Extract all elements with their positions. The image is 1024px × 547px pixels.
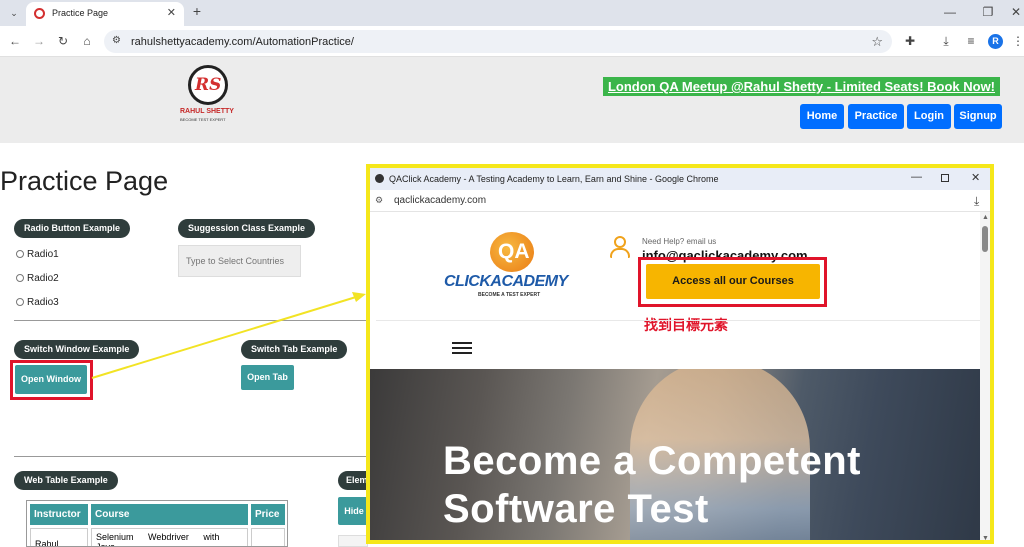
meetup-banner-link[interactable]: London QA Meetup @Rahul Shetty - Limited… <box>603 77 1000 96</box>
popup-url: qaclickacademy.com <box>394 195 487 206</box>
table-header-price: Price <box>251 504 285 525</box>
tab-title: Practice Page <box>52 8 109 18</box>
switch-window-label: Switch Window Example <box>14 340 140 359</box>
radio-option-1[interactable]: Radio1 <box>16 249 59 260</box>
site-logo[interactable]: RS RAHUL SHETTY BECOME TEST EXPERT <box>180 65 240 127</box>
radio-option-3[interactable]: Radio3 <box>16 297 59 308</box>
restore-icon[interactable]: ❐ <box>980 5 996 19</box>
tab-close-icon[interactable]: ✕ <box>167 6 176 19</box>
open-tab-button[interactable]: Open Tab <box>241 365 294 390</box>
nav-signup-button[interactable]: Signup <box>954 104 1002 129</box>
displayed-text-input[interactable] <box>338 535 368 547</box>
extensions-icon[interactable]: ✚ <box>902 34 918 48</box>
forward-icon[interactable]: → <box>31 34 47 48</box>
popup-window: QAClick Academy - A Testing Academy to L… <box>366 164 994 544</box>
hero-heading-line-2: Software Test <box>443 487 709 531</box>
new-tab-button[interactable]: + <box>189 4 205 18</box>
reading-list-icon[interactable]: ≡ <box>963 34 979 48</box>
web-table-label: Web Table Example <box>14 471 118 490</box>
web-table: Instructor Course Price Rahul Selenium W… <box>26 500 288 547</box>
suggestion-section-label: Suggession Class Example <box>178 219 316 238</box>
access-courses-button[interactable]: Access all our Courses <box>646 264 820 299</box>
popup-minimize-icon[interactable]: — <box>911 171 922 183</box>
favicon-icon <box>34 8 45 19</box>
minimize-icon[interactable]: — <box>942 5 958 19</box>
scroll-up-icon[interactable]: ▲ <box>982 214 989 221</box>
home-icon[interactable]: ⌂ <box>79 34 95 48</box>
profile-avatar[interactable]: R <box>988 34 1003 49</box>
table-header-course: Course <box>91 504 248 525</box>
scrollbar-thumb[interactable] <box>982 226 988 252</box>
popup-favicon-icon <box>375 174 384 183</box>
logo-emblem-icon: RS <box>188 65 228 105</box>
site-header: RS RAHUL SHETTY BECOME TEST EXPERT Londo… <box>0 57 1024 143</box>
qa-logo-circle-icon: QA <box>490 232 534 272</box>
qa-logo-text: QA <box>498 240 530 263</box>
switch-tab-label: Switch Tab Example <box>241 340 348 359</box>
table-header-instructor: Instructor <box>30 504 88 525</box>
popup-maximize-icon[interactable] <box>941 174 949 182</box>
back-icon[interactable]: ← <box>7 34 23 48</box>
popup-download-icon[interactable]: ⤓ <box>974 194 979 209</box>
browser-menu-icon[interactable]: ⋮ <box>1010 34 1024 48</box>
scroll-down-icon[interactable]: ▼ <box>982 535 989 540</box>
open-window-button[interactable]: Open Window <box>15 365 87 394</box>
popup-address-bar[interactable]: ⚙ qaclickacademy.com ⤓ <box>370 190 990 212</box>
popup-title-bar: QAClick Academy - A Testing Academy to L… <box>370 168 990 190</box>
popup-header-divider <box>376 320 980 321</box>
hero-banner: Become a Competent Software Test <box>370 369 980 540</box>
table-cell-price <box>251 528 285 546</box>
browser-tab-practice[interactable]: Practice Page ✕ <box>26 2 184 26</box>
qa-logo-name: CLICKACADEMY <box>444 273 568 290</box>
address-url: rahulshettyacademy.com/AutomationPractic… <box>131 36 354 48</box>
radio-button-icon[interactable] <box>16 274 24 282</box>
radio-button-icon[interactable] <box>16 298 24 306</box>
table-cell-course: Selenium Webdriver with Java <box>91 528 248 546</box>
page-title: Practice Page <box>0 166 169 196</box>
logo-initials: RS <box>195 75 222 95</box>
annotation-label: 找到目標元素 <box>644 318 728 334</box>
section-divider <box>14 320 368 321</box>
download-icon[interactable]: ⤓ <box>938 34 954 48</box>
help-label: Need Help? email us <box>642 237 717 246</box>
nav-home-button[interactable]: Home <box>800 104 844 129</box>
tab-search-chevron-icon[interactable]: ⌄ <box>6 6 22 20</box>
support-agent-icon <box>608 234 632 260</box>
country-autocomplete-input[interactable] <box>178 245 301 277</box>
qaclick-logo[interactable]: QA CLICKACADEMY BECOME A TEST EXPERT <box>444 232 584 304</box>
popup-scrollbar[interactable]: ▲ ▼ <box>980 212 990 540</box>
address-bar[interactable]: ⚙ rahulshettyacademy.com/AutomationPract… <box>104 30 892 53</box>
popup-site-info-icon[interactable]: ⚙ <box>375 195 383 206</box>
browser-tab-strip: ⌄ Practice Page ✕ + — ❐ ✕ <box>0 0 1024 26</box>
hero-heading-line-1: Become a Competent <box>443 439 861 483</box>
logo-name: RAHUL SHETTY <box>180 108 234 115</box>
logo-tagline: BECOME TEST EXPERT <box>180 117 226 122</box>
popup-window-title: QAClick Academy - A Testing Academy to L… <box>389 174 719 184</box>
bookmark-star-icon[interactable]: ☆ <box>871 34 883 50</box>
radio-option-2[interactable]: Radio2 <box>16 273 59 284</box>
close-window-icon[interactable]: ✕ <box>1008 5 1024 19</box>
hamburger-menu-icon[interactable] <box>452 342 472 355</box>
reload-icon[interactable]: ↻ <box>55 34 71 48</box>
nav-practice-button[interactable]: Practice <box>848 104 904 129</box>
table-cell-instructor: Rahul <box>30 528 88 546</box>
qa-logo-tagline: BECOME A TEST EXPERT <box>478 292 541 298</box>
radio-button-icon[interactable] <box>16 250 24 258</box>
nav-login-button[interactable]: Login <box>907 104 951 129</box>
browser-toolbar: ← → ↻ ⌂ ⚙ rahulshettyacademy.com/Automat… <box>0 26 1024 57</box>
section-divider <box>14 456 368 457</box>
radio-section-label: Radio Button Example <box>14 219 131 238</box>
popup-close-icon[interactable]: ✕ <box>971 171 980 184</box>
site-settings-icon[interactable]: ⚙ <box>112 35 121 46</box>
